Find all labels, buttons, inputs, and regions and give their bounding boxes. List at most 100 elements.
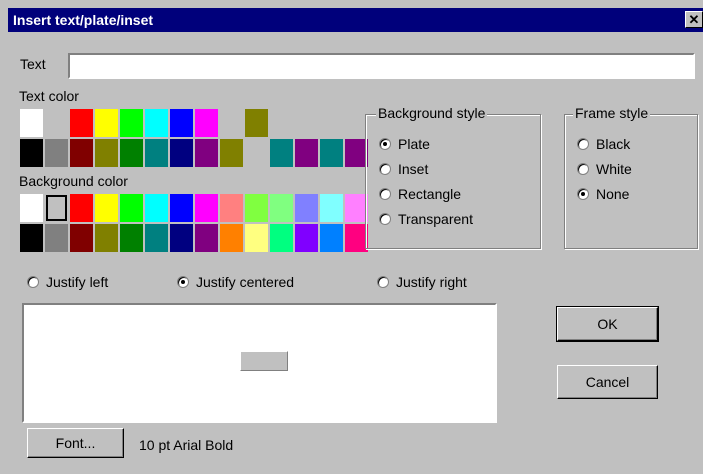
background-color-swatch[interactable]	[45, 224, 68, 252]
preview-area	[22, 303, 497, 423]
text-color-swatch[interactable]	[120, 109, 143, 137]
frame-style-label: Frame style	[573, 105, 651, 121]
background-color-swatch[interactable]	[220, 224, 243, 252]
background-color-swatch[interactable]	[295, 224, 318, 252]
background-color-swatch[interactable]	[270, 194, 293, 222]
radio-button-icon[interactable]	[379, 138, 391, 150]
text-color-swatch[interactable]	[295, 139, 318, 167]
text-color-swatch[interactable]	[170, 139, 193, 167]
background-color-swatch[interactable]	[70, 194, 93, 222]
radio-button-icon[interactable]	[577, 138, 589, 150]
text-color-swatch[interactable]	[195, 109, 218, 137]
radio-button-icon[interactable]	[379, 188, 391, 200]
background-style-rectangle[interactable]: Rectangle	[379, 185, 461, 203]
background-color-swatch[interactable]	[145, 194, 168, 222]
text-color-swatch[interactable]	[245, 109, 268, 137]
background-color-swatch[interactable]	[70, 224, 93, 252]
background-style-rectangle-label: Rectangle	[398, 186, 462, 202]
background-style-plate-label: Plate	[398, 136, 430, 152]
justify-left-radio[interactable]: Justify left	[27, 273, 108, 291]
radio-button-icon[interactable]	[577, 163, 589, 175]
text-color-swatch[interactable]	[220, 109, 243, 137]
justify-right-radio-label: Justify right	[396, 274, 467, 290]
text-input[interactable]	[68, 53, 695, 79]
text-color-swatch[interactable]	[270, 139, 293, 167]
font-button[interactable]: Font...	[27, 428, 124, 458]
title-bar[interactable]: Insert text/plate/inset ✕	[8, 8, 703, 32]
background-color-swatch[interactable]	[195, 194, 218, 222]
text-color-swatch[interactable]	[70, 139, 93, 167]
font-description: 10 pt Arial Bold	[139, 437, 234, 453]
radio-button-icon[interactable]	[27, 276, 39, 288]
ok-button[interactable]: OK	[556, 306, 659, 342]
background-color-swatch[interactable]	[20, 224, 43, 252]
background-color-swatch[interactable]	[95, 224, 118, 252]
background-color-swatch[interactable]	[20, 194, 43, 222]
text-color-swatch[interactable]	[295, 109, 318, 137]
frame-style-none[interactable]: None	[577, 185, 629, 203]
frame-style-white-label: White	[596, 161, 632, 177]
text-color-label: Text color	[19, 88, 79, 104]
radio-button-icon[interactable]	[379, 163, 391, 175]
text-color-swatch[interactable]	[270, 109, 293, 137]
text-color-swatch[interactable]	[145, 109, 168, 137]
justify-centered-radio[interactable]: Justify centered	[177, 273, 294, 291]
cancel-button[interactable]: Cancel	[557, 365, 658, 399]
frame-style-white[interactable]: White	[577, 160, 632, 178]
window-title: Insert text/plate/inset	[13, 12, 154, 28]
frame-style-none-label: None	[596, 186, 630, 202]
background-color-swatch[interactable]	[320, 194, 343, 222]
frame-style-black[interactable]: Black	[577, 135, 630, 153]
background-style-inset[interactable]: Inset	[379, 160, 428, 178]
background-color-swatch[interactable]	[245, 194, 268, 222]
insert-text-dialog: Insert text/plate/inset ✕ Text Text colo…	[0, 0, 703, 474]
background-color-swatch[interactable]	[220, 194, 243, 222]
text-color-swatch[interactable]	[245, 139, 268, 167]
text-color-swatch[interactable]	[120, 139, 143, 167]
radio-button-icon[interactable]	[577, 188, 589, 200]
close-icon[interactable]: ✕	[685, 11, 703, 28]
background-style-label: Background style	[376, 105, 488, 121]
justify-right-radio[interactable]: Justify right	[377, 273, 467, 291]
background-color-swatch[interactable]	[195, 224, 218, 252]
text-color-swatch[interactable]	[45, 109, 68, 137]
text-color-palette	[20, 109, 368, 167]
background-color-swatch[interactable]	[170, 224, 193, 252]
background-color-swatch[interactable]	[295, 194, 318, 222]
text-color-swatch[interactable]	[20, 139, 43, 167]
background-color-swatch[interactable]	[120, 224, 143, 252]
preview-plate	[240, 351, 288, 371]
background-color-swatch[interactable]	[145, 224, 168, 252]
frame-style-black-label: Black	[596, 136, 631, 152]
background-color-swatch[interactable]	[245, 224, 268, 252]
background-color-swatch[interactable]	[170, 194, 193, 222]
text-label: Text	[20, 56, 46, 72]
background-style-transparent-label: Transparent	[398, 211, 473, 227]
text-color-swatch[interactable]	[195, 139, 218, 167]
text-color-swatch[interactable]	[70, 109, 93, 137]
text-color-swatch[interactable]	[220, 139, 243, 167]
background-color-label: Background color	[19, 173, 128, 189]
text-color-swatch[interactable]	[20, 109, 43, 137]
text-color-swatch[interactable]	[320, 109, 343, 137]
text-color-swatch[interactable]	[95, 109, 118, 137]
text-color-swatch[interactable]	[145, 139, 168, 167]
radio-button-icon[interactable]	[177, 276, 189, 288]
text-color-swatch[interactable]	[170, 109, 193, 137]
text-color-swatch[interactable]	[95, 139, 118, 167]
frame-style-group: Frame style Black White None	[564, 105, 698, 249]
background-style-transparent[interactable]: Transparent	[379, 210, 473, 228]
background-color-swatch[interactable]	[320, 224, 343, 252]
text-color-swatch[interactable]	[320, 139, 343, 167]
background-style-inset-label: Inset	[398, 161, 429, 177]
justify-left-radio-label: Justify left	[46, 274, 109, 290]
background-color-swatch[interactable]	[45, 194, 68, 222]
radio-button-icon[interactable]	[379, 213, 391, 225]
background-color-swatch[interactable]	[95, 194, 118, 222]
text-color-swatch[interactable]	[45, 139, 68, 167]
radio-button-icon[interactable]	[377, 276, 389, 288]
background-style-plate[interactable]: Plate	[379, 135, 430, 153]
background-color-swatch[interactable]	[120, 194, 143, 222]
background-style-group: Background style Plate Inset Rectangle Tran…	[365, 105, 541, 249]
background-color-swatch[interactable]	[270, 224, 293, 252]
